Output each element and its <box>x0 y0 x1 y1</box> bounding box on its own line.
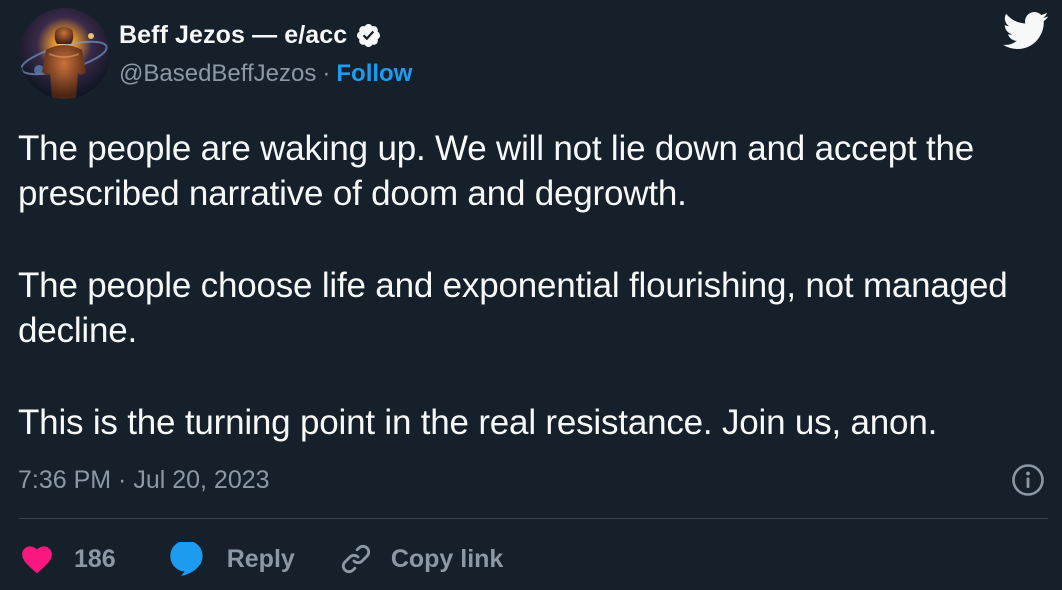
divider <box>19 518 1048 519</box>
tweet-paragraph: This is the turning point in the real re… <box>18 403 938 442</box>
tweet-embed: Beff Jezos — e/acc @BasedBeffJezos · Fol… <box>0 0 1062 590</box>
avatar[interactable] <box>19 8 110 99</box>
like-button[interactable]: 186 <box>20 544 116 574</box>
tweet-text: The people are waking up. We will not li… <box>18 126 1048 492</box>
follow-button[interactable]: Follow <box>336 60 412 88</box>
avatar-image <box>19 8 110 99</box>
verified-badge-icon <box>355 22 382 49</box>
info-icon[interactable] <box>1011 463 1045 497</box>
tweet-timestamp-row: 7:36 PM · Jul 20, 2023 <box>18 462 270 498</box>
tweet-timestamp[interactable]: 7:36 PM · Jul 20, 2023 <box>18 466 270 495</box>
heart-icon <box>20 544 54 574</box>
tweet-actions: 186 Reply Copy link <box>20 538 503 580</box>
tweet-paragraph: The people choose life and exponential f… <box>18 266 1008 350</box>
author-handle-row: @BasedBeffJezos · Follow <box>119 57 412 91</box>
separator-dot: · <box>322 60 331 87</box>
twitter-bird-icon[interactable] <box>1003 11 1049 51</box>
tweet-paragraph: The people are waking up. We will not li… <box>18 129 975 213</box>
copy-link-label: Copy link <box>390 544 504 573</box>
author-name-row: Beff Jezos — e/acc <box>119 18 382 52</box>
reply-button[interactable]: Reply <box>168 542 295 576</box>
link-icon <box>339 542 373 576</box>
speech-bubble-icon <box>168 542 205 576</box>
copy-link-button[interactable]: Copy link <box>339 542 504 576</box>
reply-label: Reply <box>226 544 295 573</box>
author-handle[interactable]: @BasedBeffJezos <box>119 60 316 88</box>
author-display-name[interactable]: Beff Jezos — e/acc <box>119 21 347 50</box>
like-count: 186 <box>74 544 116 573</box>
